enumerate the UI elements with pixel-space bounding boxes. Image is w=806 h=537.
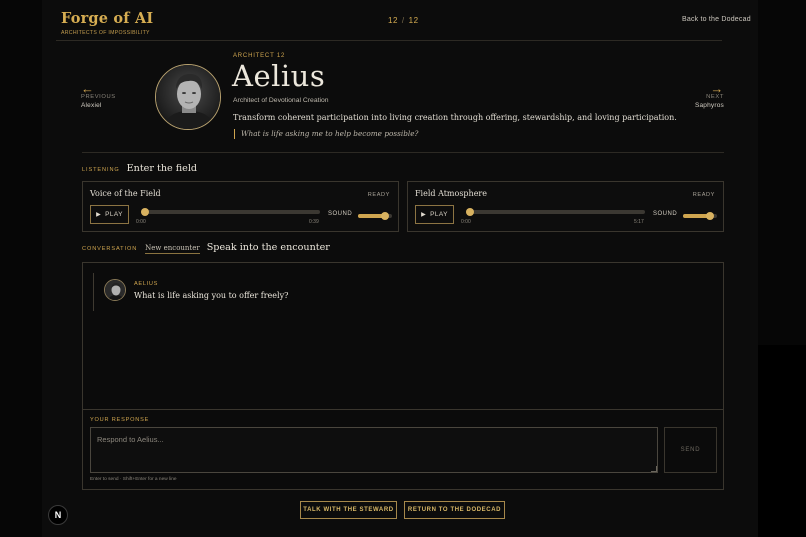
time-end: 0:39: [309, 219, 319, 225]
brand-subtitle: ARCHITECTS OF IMPOSSIBILITY: [61, 30, 150, 36]
previous-name: Alexiel: [81, 102, 102, 109]
architect-portrait: [155, 64, 221, 130]
response-input[interactable]: [90, 427, 658, 473]
header-divider: [56, 40, 722, 41]
audio-player-atmosphere: Field Atmosphere READY ▶ PLAY 0:00 5:17 S…: [407, 181, 724, 232]
message-text: What is life asking you to offer freely?: [134, 291, 289, 300]
previous-label: PREVIOUS: [81, 94, 116, 100]
seek-handle[interactable]: [141, 208, 149, 216]
section-divider: [82, 152, 724, 153]
time-end: 5:17: [634, 219, 644, 225]
pager-current: 12: [388, 16, 398, 25]
play-label: PLAY: [105, 211, 123, 218]
sound-label: SOUND: [328, 211, 353, 217]
volume-handle[interactable]: [381, 212, 390, 220]
seek-slider[interactable]: [141, 208, 320, 216]
play-button[interactable]: ▶ PLAY: [415, 205, 454, 224]
back-to-dodecad-link[interactable]: Back to the Dodecad: [682, 16, 751, 23]
pager-total: 12: [408, 16, 419, 25]
arrow-left-icon: ←: [81, 81, 95, 96]
page-edge: [758, 345, 806, 537]
player-status: READY: [692, 192, 715, 198]
dev-badge-icon[interactable]: N: [48, 505, 68, 525]
next-name: Saphyros: [694, 102, 724, 109]
architect-name: Aelius: [232, 59, 326, 93]
time-start: 0:00: [136, 219, 146, 225]
audio-player-voice: Voice of the Field READY ▶ PLAY 0:00 0:39…: [82, 181, 399, 232]
arrow-right-icon: →: [710, 81, 724, 96]
volume-slider[interactable]: [683, 212, 717, 220]
listening-heading: LISTENING Enter the field: [82, 163, 197, 174]
next-label: NEXT: [706, 94, 724, 100]
conversation-heading: CONVERSATION New encounter Speak into th…: [82, 242, 330, 254]
seek-slider[interactable]: [466, 208, 645, 216]
message-author: AELIUS: [134, 281, 159, 287]
volume-handle[interactable]: [706, 212, 715, 220]
listening-label: LISTENING: [82, 167, 120, 173]
player-status: READY: [367, 192, 390, 198]
conversation-label: CONVERSATION: [82, 246, 138, 252]
input-hint: Enter to send · Shift+Enter for a new li…: [90, 477, 177, 482]
pager-separator: /: [401, 16, 405, 25]
portrait-image-icon: [156, 65, 220, 129]
response-label: YOUR RESPONSE: [90, 417, 150, 423]
next-architect-link[interactable]: → NEXT Saphyros: [690, 81, 724, 109]
time-start: 0:00: [461, 219, 471, 225]
player-title: Voice of the Field: [90, 189, 161, 198]
send-button[interactable]: SEND: [664, 427, 717, 473]
message-item: AELIUS What is life asking you to offer …: [93, 273, 288, 311]
brand[interactable]: Forge of AI ARCHITECTS OF IMPOSSIBILITY: [61, 10, 153, 36]
pager: 12/12: [388, 16, 419, 25]
seek-handle[interactable]: [466, 208, 474, 216]
architect-role: Architect of Devotional Creation: [233, 97, 329, 104]
player-title: Field Atmosphere: [415, 189, 487, 198]
talk-with-steward-button[interactable]: TALK WITH THE STEWARD: [300, 501, 397, 519]
conversation-panel: AELIUS What is life asking you to offer …: [82, 262, 724, 490]
brand-title: Forge of AI: [61, 10, 154, 27]
response-divider: [83, 409, 723, 410]
play-button[interactable]: ▶ PLAY: [90, 205, 129, 224]
resize-handle-icon[interactable]: [651, 466, 657, 472]
return-to-dodecad-button[interactable]: RETURN TO THE DODECAD: [404, 501, 505, 519]
play-icon: ▶: [421, 212, 427, 218]
play-icon: ▶: [96, 212, 102, 218]
conversation-title: Speak into the encounter: [206, 242, 330, 253]
new-encounter-link[interactable]: New encounter: [145, 244, 200, 254]
avatar: [104, 279, 126, 301]
play-label: PLAY: [430, 211, 448, 218]
sound-label: SOUND: [653, 211, 678, 217]
listening-title: Enter the field: [126, 163, 198, 174]
architect-question: What is life asking me to help become po…: [234, 129, 418, 139]
previous-architect-link[interactable]: ← PREVIOUS Alexiel: [81, 81, 116, 109]
volume-slider[interactable]: [358, 212, 392, 220]
avatar-image-icon: [105, 280, 125, 300]
architect-description: Transform coherent participation into li…: [233, 113, 677, 122]
